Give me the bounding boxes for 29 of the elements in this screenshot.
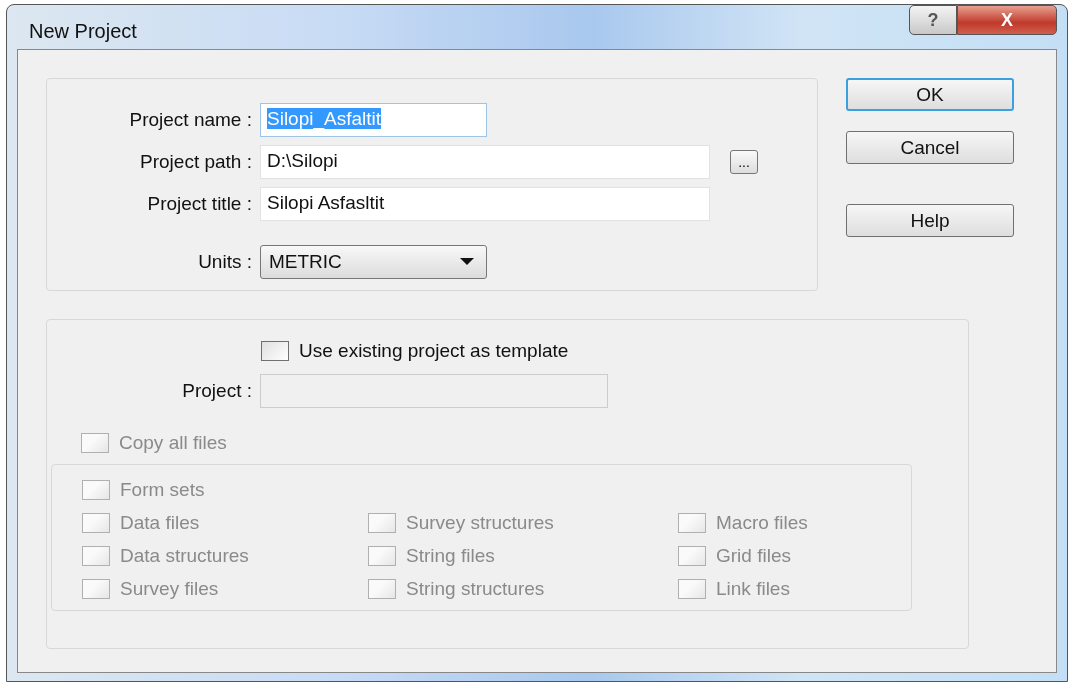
checkbox-label: String files [406,545,495,567]
checkbox-label: Survey structures [406,512,554,534]
dialog-button[interactable]: OK [846,78,1014,111]
checkbox-label: Macro files [716,512,808,534]
units-dropdown[interactable]: METRIC [260,245,487,279]
checkbox-label: Use existing project as template [299,340,569,362]
caret-icon [460,258,474,266]
checkbox-label: Data structures [120,545,249,567]
dialog-button[interactable]: Cancel [846,131,1014,164]
checkbox-label: String structures [406,578,545,600]
input-field[interactable]: Silopi Asfasltit [260,187,710,221]
checkbox-label: Survey files [120,578,219,600]
checkbox[interactable] [261,341,289,361]
field-label: Project : [181,380,252,402]
checkbox-label: Link files [716,578,790,600]
input-field[interactable]: D:\Silopi [260,145,710,179]
checkbox-label: Data files [120,512,200,534]
checkbox-label: Form sets [120,479,205,501]
dialog-button[interactable]: Help [846,204,1014,237]
window-title: New Project [28,18,137,43]
field-label: Project path : [139,151,252,173]
field-label: Project name : [128,109,252,131]
field-label: Project title : [146,193,252,215]
checkbox-label: Grid files [716,545,791,567]
field-label: Units : [197,251,252,273]
checkbox-label: Copy all files [119,432,227,454]
help-button[interactable]: ? [909,5,957,35]
close-button[interactable]: X [957,5,1057,35]
browse-button[interactable]: ... [730,150,758,174]
